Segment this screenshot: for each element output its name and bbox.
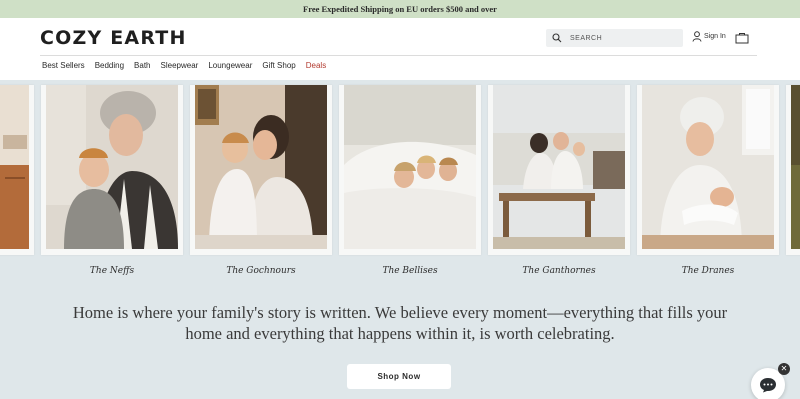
- sign-in-link[interactable]: Sign In: [692, 31, 726, 42]
- chat-close-icon[interactable]: ✕: [778, 363, 790, 375]
- caption-gochnours: The Gochnours: [226, 266, 296, 276]
- nav-best-sellers[interactable]: Best Sellers: [42, 61, 85, 70]
- shop-now-button[interactable]: Shop Now: [347, 364, 451, 389]
- caption-dranes: The Dranes: [681, 266, 735, 276]
- search-icon: [552, 33, 562, 43]
- family-photo-bellises[interactable]: [344, 85, 476, 249]
- main-nav: Best Sellers Bedding Bath Sleepwear Loun…: [42, 61, 336, 70]
- photo-frame-partial-right: [786, 85, 800, 255]
- search-input[interactable]: [570, 34, 675, 42]
- caption-ganthornes: The Ganthornes: [522, 266, 596, 276]
- photo-frame-dranes: [637, 85, 779, 255]
- promo-text: Free Expedited Shipping on EU orders $50…: [303, 4, 497, 14]
- photo-frame-neffs: [41, 85, 183, 255]
- photo-frame-gochnours: [190, 85, 332, 255]
- partial-photo-right: [791, 85, 800, 249]
- partial-photo-left: [0, 85, 29, 249]
- caption-neffs: The Neffs: [89, 266, 135, 276]
- nav-bedding[interactable]: Bedding: [95, 61, 124, 70]
- family-photo-neffs[interactable]: [46, 85, 178, 249]
- photo-frame-bellises: [339, 85, 481, 255]
- family-photo-carousel: [0, 80, 800, 260]
- nav-bath[interactable]: Bath: [134, 61, 150, 70]
- photo-frame-ganthornes: [488, 85, 630, 255]
- family-photo-gochnours[interactable]: [195, 85, 327, 249]
- chat-bubble-icon: [760, 378, 776, 393]
- photo-frame-partial-left: [0, 85, 34, 255]
- search-box[interactable]: [546, 29, 683, 47]
- nav-deals[interactable]: Deals: [306, 61, 326, 70]
- user-icon: [692, 31, 702, 42]
- promo-banner: Free Expedited Shipping on EU orders $50…: [0, 0, 800, 18]
- tagline: Home is where your family's story is wri…: [72, 303, 728, 343]
- logo[interactable]: COZY EARTH: [40, 27, 187, 49]
- nav-sleepwear[interactable]: Sleepwear: [161, 61, 199, 70]
- nav-loungewear[interactable]: Loungewear: [208, 61, 252, 70]
- header-divider: [40, 55, 757, 56]
- sign-in-label: Sign In: [704, 33, 726, 40]
- family-photo-ganthornes[interactable]: [493, 85, 625, 249]
- family-photo-dranes[interactable]: [642, 85, 774, 249]
- caption-bellises: The Bellises: [382, 266, 438, 276]
- nav-gift-shop[interactable]: Gift Shop: [262, 61, 295, 70]
- bag-icon: [735, 33, 749, 44]
- site-header: COZY EARTH Sign In Best Sellers Bedding …: [0, 18, 800, 80]
- cart-button[interactable]: [735, 31, 749, 49]
